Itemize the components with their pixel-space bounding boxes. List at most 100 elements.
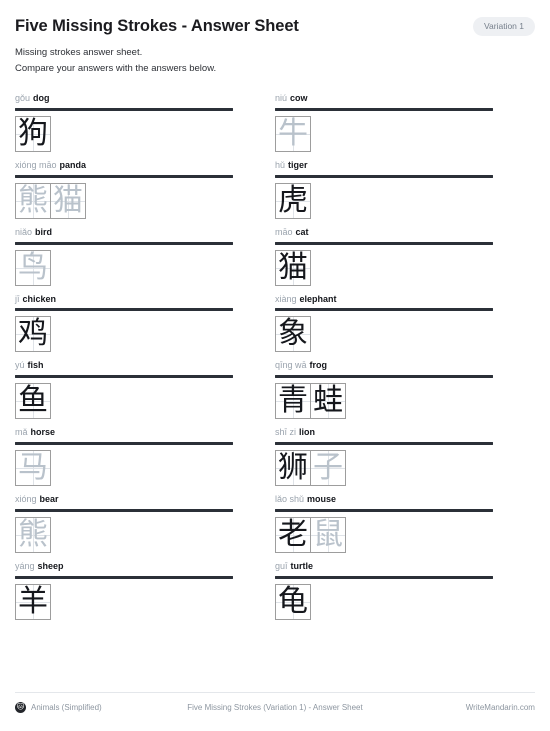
pinyin-text: niú [275, 93, 288, 104]
character-box: 老 [275, 516, 311, 553]
entry-label: māo cat [275, 227, 493, 238]
character-glyph: 猫 [278, 249, 308, 285]
character-glyph: 鸟 [18, 249, 48, 285]
character-box-row: 老鼠 [275, 516, 493, 553]
english-text: mouse [307, 494, 337, 505]
character-glyph: 熊 [18, 182, 48, 218]
character-box: 熊 [15, 182, 51, 219]
entry-divider [275, 241, 493, 245]
animal-face-icon: 🐱 [15, 702, 26, 713]
character-box: 猫 [275, 249, 311, 286]
character-box-row: 羊 [15, 583, 233, 620]
pinyin-text: guī [275, 560, 288, 571]
pinyin-text: xióng [15, 494, 37, 505]
pinyin-text: māo [275, 226, 293, 237]
character-glyph: 虎 [278, 182, 308, 218]
character-glyph: 牛 [278, 116, 308, 152]
entry-divider [15, 575, 233, 579]
entry-grid: gǒu dog 狗 niú cow 牛 xióng māo panda 熊猫 hǔ tiger 虎 ni… [0, 93, 550, 627]
entry-label: guī turtle [275, 561, 493, 572]
pinyin-text: mǎ [15, 427, 28, 438]
character-box: 子 [310, 450, 346, 487]
entry-label: niú cow [275, 93, 493, 104]
character-box: 鸟 [15, 249, 51, 286]
english-text: dog [33, 93, 50, 104]
entry-divider [275, 508, 493, 512]
entry-divider [15, 108, 233, 112]
entry-divider [275, 108, 493, 112]
subtitle-line-1: Missing strokes answer sheet. [15, 46, 143, 58]
character-box-row: 狗 [15, 116, 233, 153]
entry-divider [15, 442, 233, 446]
character-box: 牛 [275, 116, 311, 153]
entry-label: mǎ horse [15, 427, 233, 438]
character-box: 龟 [275, 583, 311, 620]
character-box-row: 猫 [275, 249, 493, 286]
english-text: horse [30, 427, 56, 438]
character-box: 青 [275, 383, 311, 420]
character-box-row: 虎 [275, 182, 493, 219]
character-glyph: 蛙 [313, 383, 343, 419]
entry-divider [15, 508, 233, 512]
english-text: tiger [288, 160, 308, 171]
entry-divider [15, 308, 233, 312]
footer-category-group: 🐱 Animals (Simplified) [15, 702, 187, 713]
entry-label: shī zi lion [275, 427, 493, 438]
character-glyph: 老 [278, 516, 308, 552]
pinyin-text: jī [15, 293, 20, 304]
character-box-row: 鱼 [15, 383, 233, 420]
character-box-row: 马 [15, 450, 233, 487]
entry-label: yú fish [15, 360, 233, 371]
vocab-entry: māo cat 猫 [275, 227, 493, 286]
pinyin-text: yú [15, 360, 25, 371]
vocab-entry: xióng māo panda 熊猫 [15, 160, 233, 219]
character-glyph: 象 [278, 316, 308, 352]
character-glyph: 猫 [53, 182, 83, 218]
character-glyph: 子 [313, 450, 343, 486]
english-text: lion [299, 427, 316, 438]
variation-badge: Variation 1 [472, 17, 535, 36]
entry-label: qīng wā frog [275, 360, 493, 371]
english-text: cat [295, 226, 309, 237]
english-text: bird [35, 226, 53, 237]
pinyin-text: lǎo shǔ [275, 494, 305, 505]
vocab-entry: qīng wā frog 青蛙 [275, 360, 493, 420]
character-box: 狗 [15, 116, 51, 153]
pinyin-text: niǎo [15, 226, 33, 237]
entry-divider [275, 442, 493, 446]
entry-label: yáng sheep [15, 561, 233, 572]
entry-label: xiàng elephant [275, 294, 493, 305]
character-box: 马 [15, 450, 51, 487]
character-box-row: 熊 [15, 516, 233, 553]
entry-label: niǎo bird [15, 227, 233, 238]
character-box-row: 鸡 [15, 316, 233, 353]
entry-label: gǒu dog [15, 93, 233, 104]
english-text: frog [309, 360, 328, 371]
entry-label: jī chicken [15, 294, 233, 305]
entry-label: lǎo shǔ mouse [275, 494, 493, 505]
title-row: Five Missing Strokes - Answer Sheet Vari… [15, 16, 535, 37]
entry-label: hǔ tiger [275, 160, 493, 171]
vocab-entry: gǒu dog 狗 [15, 93, 233, 153]
entry-divider [275, 575, 493, 579]
english-text: sheep [37, 560, 64, 571]
character-box: 象 [275, 316, 311, 353]
english-text: cow [290, 93, 308, 104]
english-text: panda [59, 160, 87, 171]
character-glyph: 青 [278, 383, 308, 419]
entry-divider [15, 375, 233, 379]
entry-divider [15, 241, 233, 245]
vocab-entry: xióng bear 熊 [15, 494, 233, 553]
english-text: elephant [299, 293, 337, 304]
vocab-entry: yú fish 鱼 [15, 360, 233, 420]
character-box-row: 熊猫 [15, 182, 233, 219]
character-box-row: 牛 [275, 116, 493, 153]
page-footer: 🐱 Animals (Simplified) Five Missing Stro… [15, 692, 535, 713]
character-glyph: 鱼 [18, 383, 48, 419]
vocab-entry: lǎo shǔ mouse 老鼠 [275, 494, 493, 553]
english-text: turtle [290, 560, 314, 571]
character-box-row: 象 [275, 316, 493, 353]
character-box: 狮 [275, 450, 311, 487]
footer-sheet-title: Five Missing Strokes (Variation 1) - Ans… [187, 703, 363, 712]
character-box: 虎 [275, 182, 311, 219]
